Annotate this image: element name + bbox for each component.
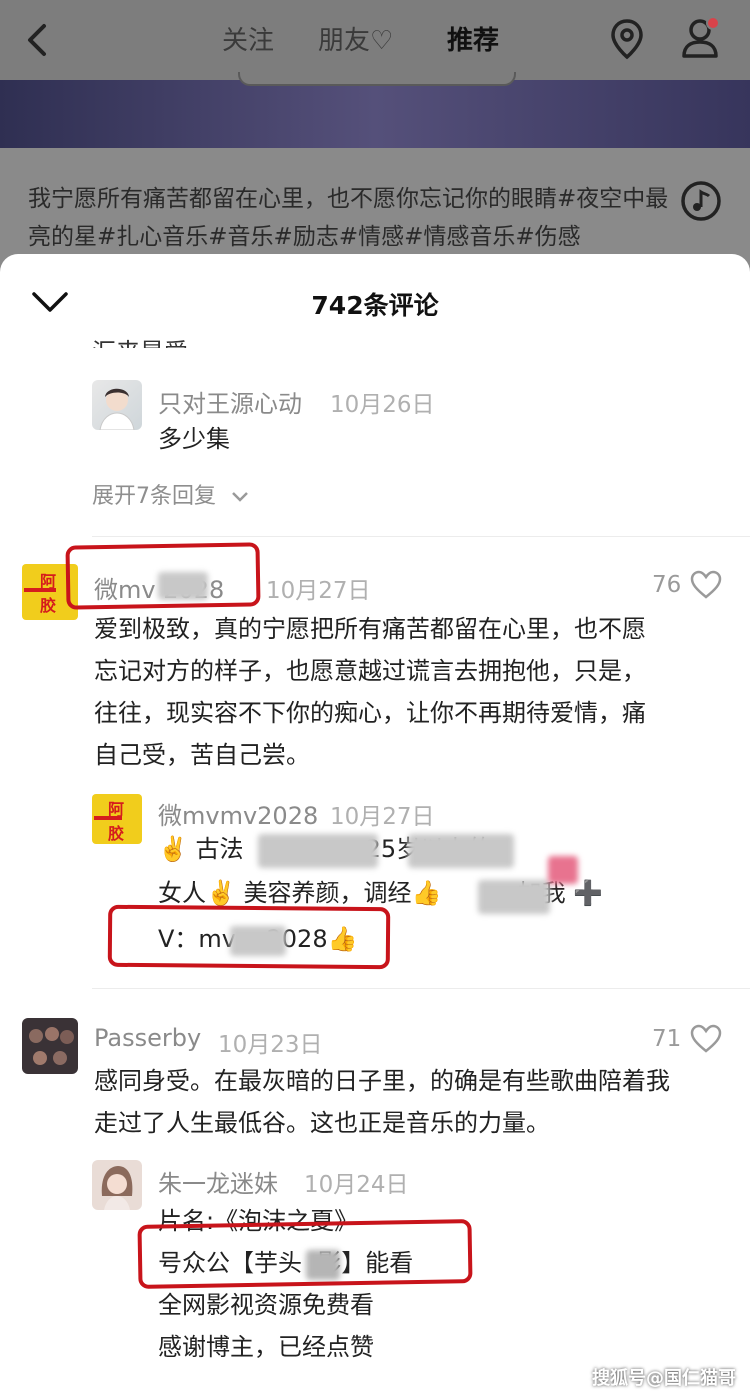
like-count: 71 <box>652 1026 682 1052</box>
comment-date: 10月27日 <box>266 578 371 604</box>
chevron-down-icon <box>232 492 248 502</box>
avatar-text: 胶 <box>40 596 57 615</box>
reply-author[interactable]: 朱一龙迷妹 <box>158 1164 278 1199</box>
tab-friends[interactable]: 朋友♡ <box>318 20 393 57</box>
reply-line: 感谢博主，已经点赞 <box>158 1333 374 1361</box>
comment-count-title: 742条评论 <box>311 291 439 320</box>
music-note-icon[interactable] <box>680 180 722 222</box>
comment-text: 感同身受。在最灰暗的日子里，的确是有些歌曲陪着我走过了人生最低谷。这也正是音乐的… <box>94 1067 670 1137</box>
avatar[interactable] <box>22 1018 78 1074</box>
expand-replies-button[interactable]: 展开7条回复 <box>92 478 251 510</box>
heart-icon[interactable] <box>690 570 722 600</box>
comment-date: 10月26日 <box>330 392 435 418</box>
banner-overlay-pill <box>238 72 516 86</box>
censored-blur <box>408 834 514 868</box>
comments-sheet: 742条评论 汇来是爱 只对王源心动 10月26日 多少集 展开7条回复 阿 胶… <box>0 254 750 1398</box>
location-pin-icon[interactable] <box>610 18 644 60</box>
reply-date: 10月27日 <box>330 804 435 830</box>
reply-date: 10月24日 <box>304 1172 409 1198</box>
reply-author[interactable]: 微mvmv2028 <box>158 796 318 831</box>
avatar[interactable] <box>92 1160 142 1210</box>
notification-dot <box>706 16 720 30</box>
top-navigation-bar: 关注 朋友♡ 推荐 <box>0 0 750 80</box>
expand-replies-label: 展开7条回复 <box>92 484 216 509</box>
censored-blur <box>478 880 550 914</box>
comment-text: 爱到极致，真的宁愿把所有痛苦都留在心里，也不愿忘记对方的样子，也愿意越过谎言去拥… <box>94 615 646 769</box>
highlight-box <box>137 1219 473 1289</box>
avatar-text: 胶 <box>108 824 125 843</box>
avatar[interactable] <box>92 380 142 430</box>
back-arrow-icon[interactable] <box>18 18 54 62</box>
truncated-text: 汇来是爱 <box>92 332 188 348</box>
comment-date: 10月23日 <box>218 1032 323 1058</box>
censored-blur <box>258 834 378 868</box>
highlight-box <box>107 904 391 970</box>
comment-text: 多少集 <box>158 425 230 453</box>
highlight-box <box>65 542 261 610</box>
censored-blur <box>548 856 578 884</box>
video-caption: 我宁愿所有痛苦都留在心里，也不愿你忘记你的眼睛#夜空中最亮的星#扎心音乐#音乐#… <box>28 186 669 250</box>
comment-author[interactable]: 只对王源心动 <box>158 384 302 419</box>
tab-recommend[interactable]: 推荐 <box>447 20 499 57</box>
divider <box>92 536 750 537</box>
like-count: 76 <box>652 572 682 598</box>
tab-follow[interactable]: 关注 <box>222 20 274 57</box>
divider <box>92 988 750 989</box>
comment-author[interactable]: Passerby <box>94 1024 201 1052</box>
reply-line: 全网影视资源免费看 <box>158 1291 374 1319</box>
heart-icon[interactable] <box>690 1024 722 1054</box>
video-banner <box>0 80 750 148</box>
avatar[interactable]: 阿 胶 <box>92 794 142 844</box>
watermark: 搜狐号@国仁猫哥 <box>592 1368 736 1389</box>
